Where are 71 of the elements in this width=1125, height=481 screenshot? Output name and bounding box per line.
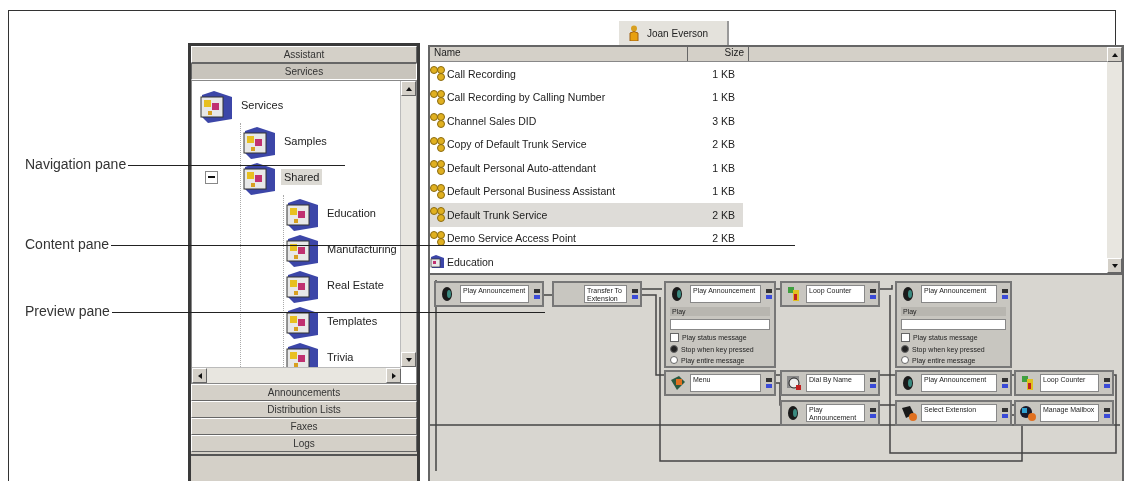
callout-label: Content pane [25,236,110,252]
port-icon [1000,408,1010,418]
scroll-up-button[interactable] [1107,47,1122,62]
scroll-right-button[interactable] [386,368,401,383]
folder-icon [430,254,445,270]
port-icon [1000,289,1010,299]
radio-button[interactable] [901,345,909,353]
play-field[interactable] [670,319,770,330]
list-row[interactable]: Default Personal Auto-attendant 1 KB [430,156,743,180]
navigation-button[interactable]: Faxes [191,418,417,435]
port-icon [1102,378,1112,388]
port-icon [764,289,774,299]
tree-item[interactable]: Services [238,97,287,113]
port-icon [1000,378,1010,388]
callout-label: Preview pane [25,303,110,319]
tree-item[interactable]: Education [324,205,379,221]
scroll-down-button[interactable] [401,352,416,367]
radio-button[interactable] [901,356,909,364]
port-icon [868,378,878,388]
vertical-scrollbar[interactable] [400,81,416,367]
scroll-up-button[interactable] [401,81,416,96]
column-header[interactable]: Size [688,47,749,61]
scroll-down-button[interactable] [1107,258,1122,273]
tree-item[interactable]: Trivia [324,349,357,365]
list-row[interactable]: Call Recording 1 KB [430,62,743,86]
tree-item[interactable]: Manufacturing [324,241,400,257]
service-icon [430,183,445,199]
play-field[interactable] [901,319,1006,330]
tree-item[interactable]: Real Estate [324,277,387,293]
radio-button[interactable] [670,345,678,353]
list-row[interactable]: Call Recording by Calling Number 1 KB [430,85,743,109]
user-name: Joan Everson [647,27,709,39]
list-row[interactable]: Default Personal Business Assistant 1 KB [430,179,743,203]
port-icon [764,378,774,388]
port-icon [868,408,878,418]
radio-button[interactable] [670,356,678,364]
navigation-button[interactable]: Distribution Lists [191,401,417,418]
tree-item[interactable]: Shared [281,169,323,185]
service-icon [430,66,445,82]
person-icon [629,25,639,41]
service-icon [430,136,445,152]
user-tab[interactable]: Joan Everson [619,21,729,45]
list-row[interactable]: Demo Service Access Point 2 KB [430,226,743,250]
navigation-button[interactable]: Services [191,63,417,80]
service-icon [430,113,445,129]
callout-label: Navigation pane [25,156,127,172]
port-icon [630,289,640,299]
list-row[interactable]: Education [430,250,743,274]
port-icon [868,289,878,299]
checkbox[interactable] [670,333,679,342]
list-row[interactable]: Channel Sales DID 3 KB [430,109,743,133]
service-icon [430,207,445,223]
list-row[interactable]: Copy of Default Trunk Service 2 KB [430,132,743,156]
list-row[interactable]: Default Trunk Service 2 KB [430,203,743,227]
arrow-icon [1110,261,1119,270]
navigation-button[interactable]: Assistant [191,46,417,63]
navigation-button[interactable]: Announcements [191,384,417,401]
tree-item[interactable]: Samples [281,133,330,149]
tree-item[interactable]: Templates [324,313,381,329]
column-header[interactable]: Name [430,47,688,61]
navigation-button[interactable]: Logs [191,435,417,452]
port-icon [532,289,542,299]
port-icon [1102,408,1112,418]
service-icon [430,160,445,176]
collapse-toggle[interactable] [205,170,218,184]
vertical-scrollbar[interactable] [1107,47,1122,273]
checkbox[interactable] [901,333,910,342]
scroll-left-button[interactable] [192,368,207,383]
service-icon [430,89,445,105]
horizontal-scrollbar[interactable] [192,367,401,383]
service-icon [430,230,445,246]
